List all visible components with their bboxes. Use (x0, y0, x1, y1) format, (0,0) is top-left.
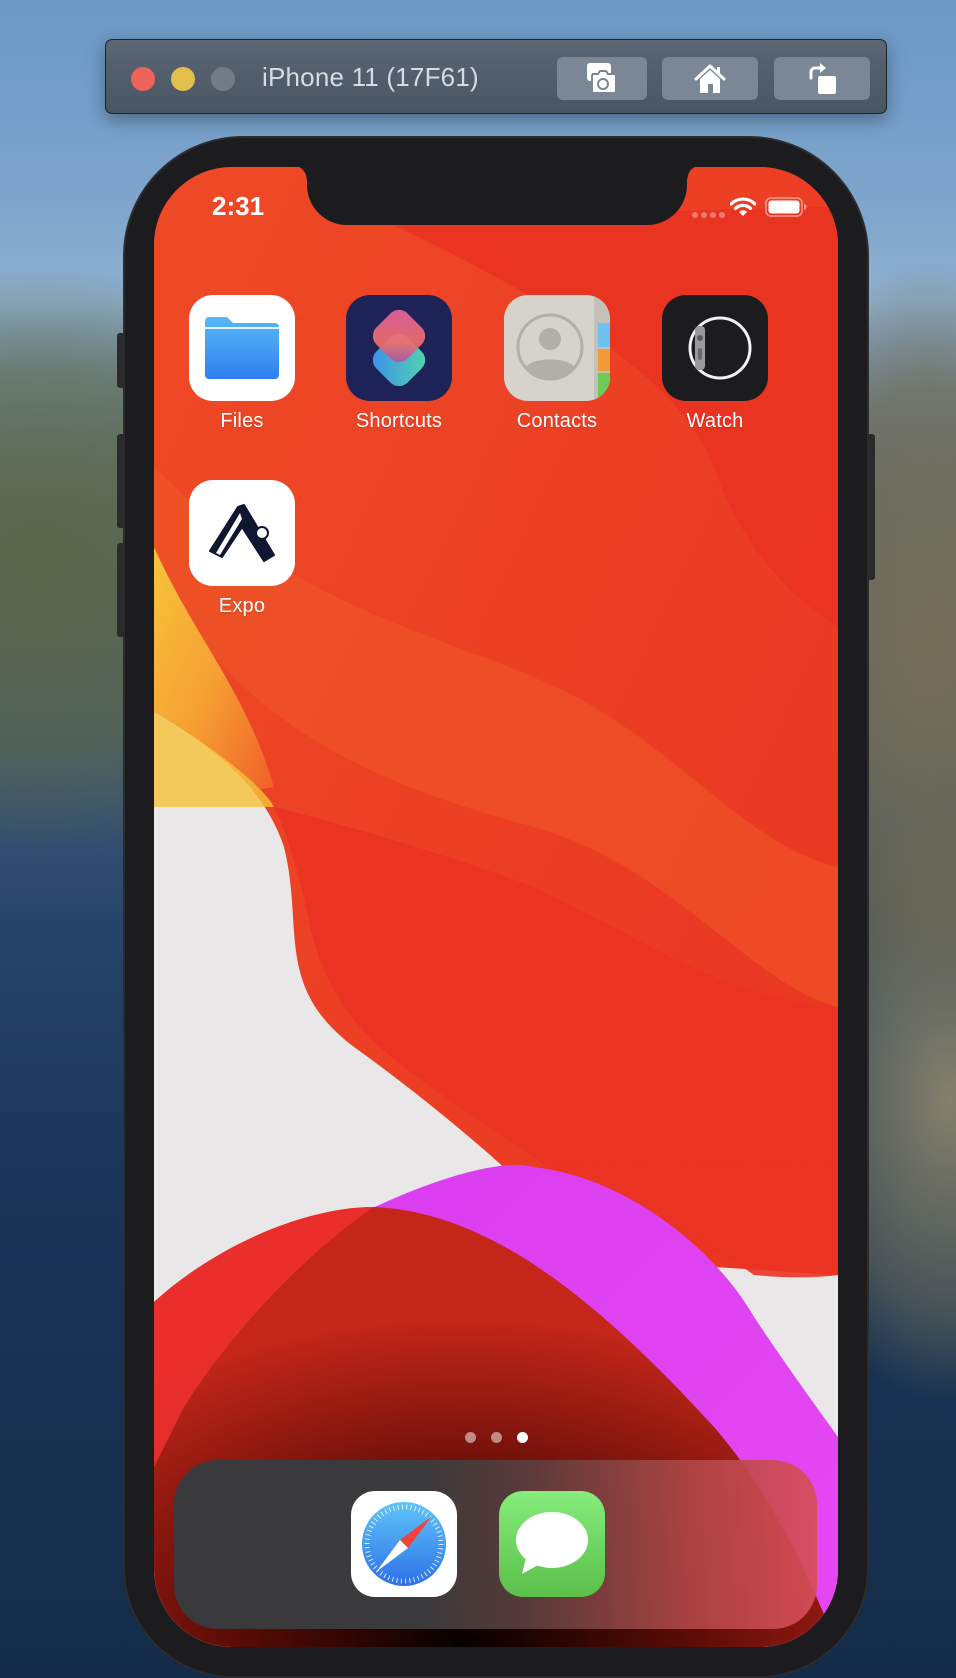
silent-switch[interactable] (117, 333, 125, 388)
app-watch[interactable]: Watch (650, 295, 780, 433)
files-folder-icon (189, 295, 295, 401)
notch (293, 167, 701, 225)
wifi-icon (730, 197, 756, 216)
home-screen: 2:31 Files Shortcuts Contacts Watch Expo (154, 167, 838, 1647)
close-window-button[interactable] (131, 67, 155, 91)
home-icon (694, 64, 726, 93)
page-dot-active[interactable] (517, 1432, 528, 1443)
app-label: Expo (218, 595, 266, 617)
watch-icon (662, 295, 768, 401)
contacts-icon (504, 295, 610, 401)
app-shortcuts[interactable]: Shortcuts (334, 295, 464, 433)
page-dot[interactable] (491, 1432, 502, 1443)
app-files[interactable]: Files (177, 295, 307, 433)
volume-down-button[interactable] (117, 543, 125, 637)
home-button[interactable] (662, 57, 758, 100)
messages-bubble-icon (516, 1512, 588, 1574)
camera-icon (587, 62, 617, 94)
app-label: Files (220, 410, 264, 432)
battery-icon (765, 197, 807, 217)
page-dot[interactable] (465, 1432, 476, 1443)
simulator-device-title: iPhone 11 (17F61) (262, 62, 479, 92)
app-label: Shortcuts (355, 410, 443, 432)
dock-app-safari[interactable] (351, 1491, 457, 1597)
volume-up-button[interactable] (117, 434, 125, 528)
shortcuts-icon (346, 295, 452, 401)
minimize-window-button[interactable] (171, 67, 195, 91)
side-power-button[interactable] (867, 434, 875, 580)
app-expo[interactable]: Expo (177, 480, 307, 618)
safari-compass-icon (362, 1502, 446, 1586)
app-contacts[interactable]: Contacts (492, 295, 622, 433)
simulator-title-bar: iPhone 11 (17F61) (105, 39, 887, 114)
cellular-signal-icon (692, 212, 725, 218)
dock-app-messages[interactable] (499, 1491, 605, 1597)
maximize-window-button[interactable] (211, 67, 235, 91)
app-label: Contacts (516, 410, 598, 432)
status-time: 2:31 (212, 191, 265, 221)
rotate-button[interactable] (774, 57, 870, 100)
app-label: Watch (686, 410, 744, 432)
rotate-icon (809, 62, 836, 94)
dock (174, 1460, 817, 1629)
page-indicator[interactable] (465, 1432, 528, 1443)
screenshot-button[interactable] (557, 57, 647, 100)
expo-icon (189, 480, 295, 586)
